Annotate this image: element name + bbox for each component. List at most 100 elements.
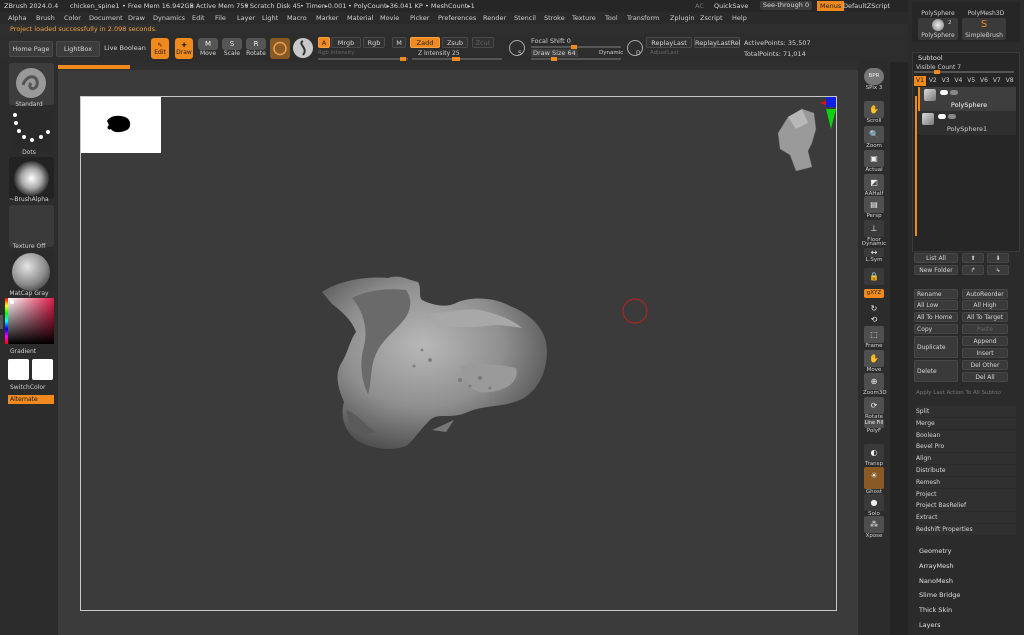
sculpt-mesh[interactable] <box>310 270 560 455</box>
color-marker[interactable] <box>10 300 14 304</box>
subpalette-arraymesh[interactable]: ArrayMesh <box>919 559 954 573</box>
rotate-view-button[interactable]: ⟳ Rotate <box>863 397 885 420</box>
frame-button[interactable]: ⬚ Frame <box>863 326 885 349</box>
menu-light[interactable]: Light <box>262 12 278 24</box>
hue-strip[interactable] <box>5 298 8 344</box>
persp-button[interactable]: ▤ Persp <box>863 196 885 219</box>
edit-mode-button[interactable]: ✎ Edit <box>151 38 169 59</box>
tool-polysphere-1[interactable]: PolySphere <box>914 10 962 17</box>
subtool-action-remesh[interactable]: Remesh <box>916 476 1016 488</box>
solo-button[interactable]: ● Solo <box>863 494 885 517</box>
tool-polymesh3d[interactable]: PolyMesh3D <box>962 10 1010 17</box>
orientation-gizmo[interactable] <box>768 95 840 175</box>
subtool-action-merge[interactable]: Merge <box>916 417 1016 429</box>
subpalette-layers[interactable]: Layers <box>919 618 941 632</box>
version-tab-v4[interactable]: V4 <box>952 76 964 86</box>
subtool-title[interactable]: Subtool <box>918 54 943 62</box>
eye-icon[interactable] <box>940 90 948 95</box>
all-high-button[interactable]: All High <box>962 300 1008 310</box>
folder-up-button[interactable]: ↱ <box>962 265 984 275</box>
lock-button[interactable]: 🔒 <box>863 268 885 285</box>
replay-last-button[interactable]: ReplayLast <box>646 37 692 48</box>
subtool-action-distribute[interactable]: Distribute <box>916 465 1016 476</box>
move-view-button[interactable]: ✋ Move <box>863 350 885 373</box>
live-boolean-button[interactable]: Live Boolean <box>102 41 148 57</box>
actual-button[interactable]: ▣ Actual <box>863 150 885 173</box>
menu-alpha[interactable]: Alpha <box>8 12 26 24</box>
quicksave-button[interactable]: QuickSave <box>714 0 748 12</box>
menu-stencil[interactable]: Stencil <box>514 12 536 24</box>
rgb-intensity-slider[interactable]: Rgb Intensity <box>318 50 355 56</box>
delete-button[interactable]: Delete <box>914 360 958 382</box>
menus-button[interactable]: Menus <box>817 1 845 11</box>
all-to-target-button[interactable]: All To Target <box>962 312 1008 322</box>
xyz-button[interactable]: gXYZ <box>863 289 885 298</box>
menu-material[interactable]: Material <box>347 12 373 24</box>
del-all-button[interactable]: Del All <box>962 372 1008 382</box>
menu-stroke[interactable]: Stroke <box>544 12 565 24</box>
paste-button[interactable]: Paste <box>962 324 1008 334</box>
material-brush-button[interactable] <box>270 38 290 59</box>
version-tab-v6[interactable]: V6 <box>978 76 990 86</box>
version-tab-v1[interactable]: V1 <box>914 76 926 86</box>
draw-mode-button[interactable]: ✚ Draw <box>175 38 193 59</box>
home-page-button[interactable]: Home Page <box>9 41 53 57</box>
version-tab-v5[interactable]: V5 <box>965 76 977 86</box>
menu-zscript[interactable]: Zscript <box>700 12 723 24</box>
version-tab-v7[interactable]: V7 <box>991 76 1003 86</box>
del-other-button[interactable]: Del Other <box>962 360 1008 370</box>
copy-button[interactable]: Copy <box>914 324 958 334</box>
left-tray-handle[interactable] <box>0 315 3 329</box>
subtool-action-redshift-properties[interactable]: Redshift Properties <box>916 524 1016 535</box>
subtool-action-extract[interactable]: Extract <box>916 512 1016 524</box>
subtool-action-align[interactable]: Align <box>916 453 1016 465</box>
autoreorder-button[interactable]: AutoReorder <box>962 289 1008 299</box>
version-tab-v8[interactable]: V8 <box>1004 76 1016 86</box>
visible-count-handle[interactable] <box>934 70 940 74</box>
visible-count-track[interactable] <box>914 70 1014 74</box>
subpalette-thick-skin[interactable]: Thick Skin <box>919 603 952 617</box>
polypaint-icon[interactable] <box>948 114 956 119</box>
z-intensity-slider[interactable]: Z Intensity 25 <box>418 50 460 57</box>
new-folder-button[interactable]: New Folder <box>914 265 958 275</box>
tool-polysphere-2[interactable]: 2 PolySphere <box>918 18 958 40</box>
subpalette-nanomesh[interactable]: NanoMesh <box>919 574 953 588</box>
zoom3d-button[interactable]: ⊕ Zoom3D <box>863 373 887 396</box>
draw-size-handle[interactable] <box>551 57 557 61</box>
dots-stroke-thumb[interactable] <box>9 110 54 152</box>
subtool-action-boolean[interactable]: Boolean <box>916 429 1016 441</box>
a-button[interactable]: A <box>318 37 330 48</box>
draw-size-track[interactable] <box>531 57 621 61</box>
menu-document[interactable]: Document <box>89 12 123 24</box>
folder-down-button[interactable]: ↳ <box>987 265 1009 275</box>
transp-button[interactable]: ◐ Transp <box>863 444 885 467</box>
subpalette-geometry[interactable]: Geometry <box>919 544 951 558</box>
zoom-button[interactable]: 🔍 Zoom <box>863 126 885 149</box>
rgb-button[interactable]: Rgb <box>363 37 385 48</box>
main-color-swatch[interactable] <box>8 359 29 380</box>
move-mode-button[interactable]: M Move <box>198 38 218 57</box>
switch-color-button[interactable]: SwitchColor <box>10 384 46 391</box>
ghost-button[interactable]: ☀ Ghost <box>863 467 885 495</box>
version-tab-v2[interactable]: V2 <box>927 76 939 86</box>
menu-tool[interactable]: Tool <box>605 12 618 24</box>
bpr-button[interactable]: BPR SPix 3 <box>863 68 885 91</box>
menu-help[interactable]: Help <box>732 12 747 24</box>
move-up-button[interactable]: ⬆ <box>962 253 984 263</box>
xpose-button[interactable]: ⁂ Xpose <box>863 516 885 539</box>
lightbox-button[interactable]: LightBox <box>56 41 100 57</box>
apply-last-action-button[interactable]: Apply Last Action To All Subtoo <box>916 390 1001 396</box>
sphere-brush-icon[interactable] <box>293 38 313 58</box>
focal-shift-track[interactable] <box>531 45 621 49</box>
menu-movie[interactable]: Movie <box>380 12 399 24</box>
menu-transform[interactable]: Transform <box>627 12 659 24</box>
focal-shift-slider[interactable]: Focal Shift 0 <box>531 37 571 45</box>
menu-layer[interactable]: Layer <box>237 12 255 24</box>
rgb-intensity-handle[interactable] <box>400 57 406 61</box>
scroll-button[interactable]: ✋ Scroll <box>863 101 885 124</box>
move-down-button[interactable]: ⬇ <box>987 253 1009 263</box>
menu-zplugin[interactable]: Zplugin <box>670 12 695 24</box>
menu-render[interactable]: Render <box>483 12 506 24</box>
menu-draw[interactable]: Draw <box>128 12 145 24</box>
color-picker[interactable] <box>8 298 54 344</box>
